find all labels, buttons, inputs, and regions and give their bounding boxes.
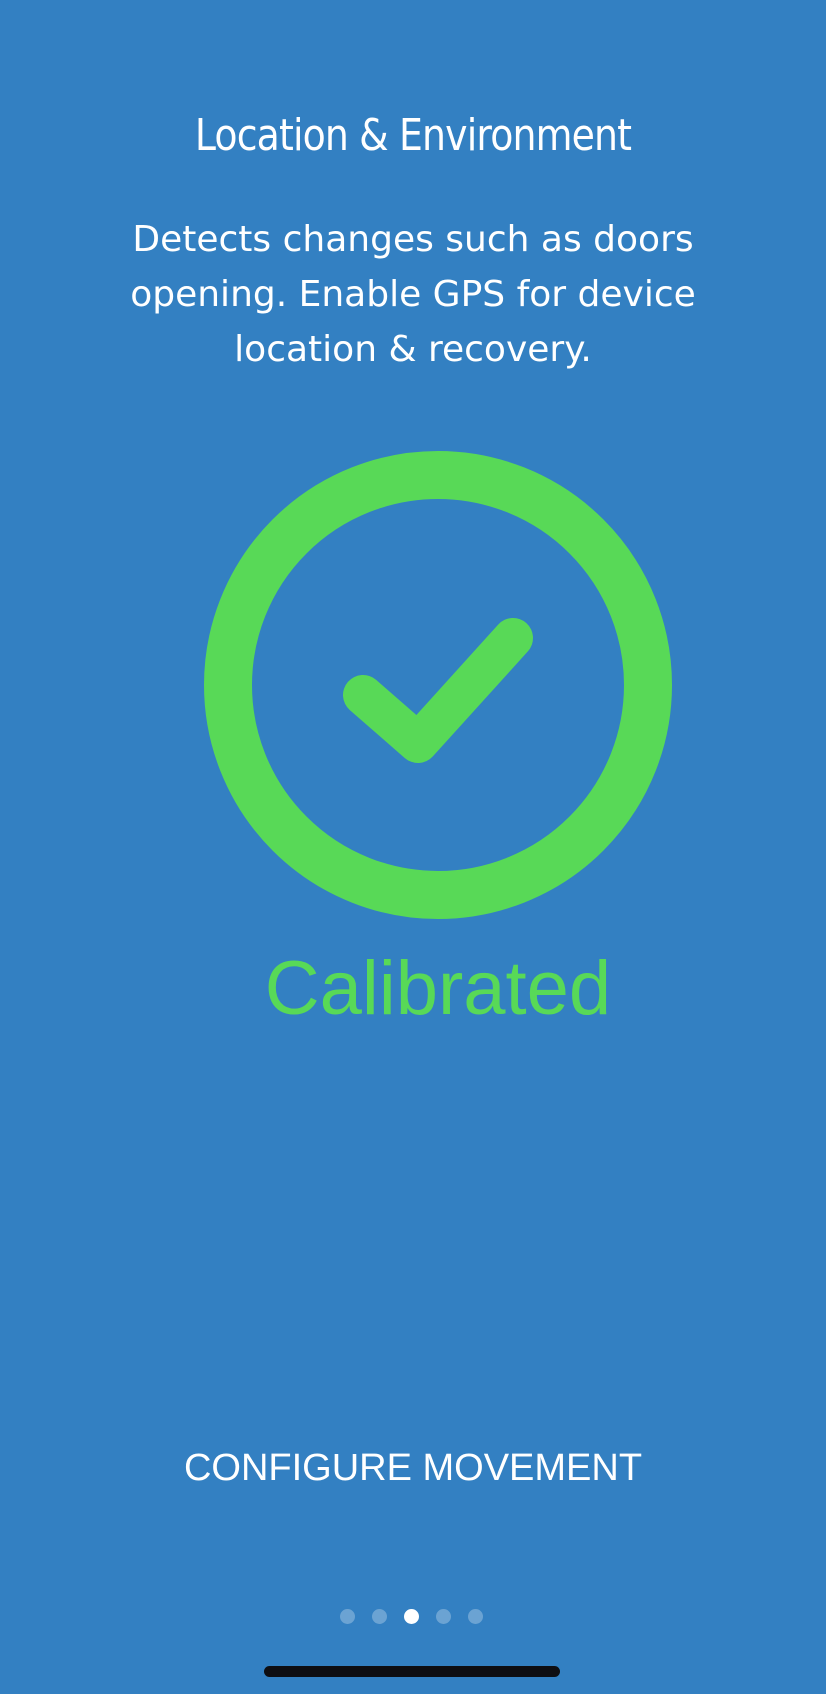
page-dot-2[interactable] bbox=[372, 1609, 387, 1624]
page-dot-3[interactable] bbox=[404, 1609, 419, 1624]
home-indicator[interactable] bbox=[264, 1666, 560, 1677]
page-dot-5[interactable] bbox=[468, 1609, 483, 1624]
page-indicator[interactable] bbox=[0, 1609, 826, 1625]
check-circle-icon bbox=[203, 450, 673, 920]
page-description: Detects changes such as doors opening. E… bbox=[130, 219, 696, 370]
page-dot-4[interactable] bbox=[436, 1609, 451, 1624]
checkmark bbox=[343, 618, 533, 763]
page-title: Location & Environment bbox=[194, 110, 632, 161]
check-circle-icon-svg bbox=[204, 451, 672, 919]
page-dot-1[interactable] bbox=[340, 1609, 355, 1624]
status-ring bbox=[204, 451, 672, 919]
status-label: Calibrated bbox=[264, 946, 612, 1031]
configure-movement-button[interactable]: CONFIGURE MOVEMENT bbox=[163, 1438, 663, 1498]
